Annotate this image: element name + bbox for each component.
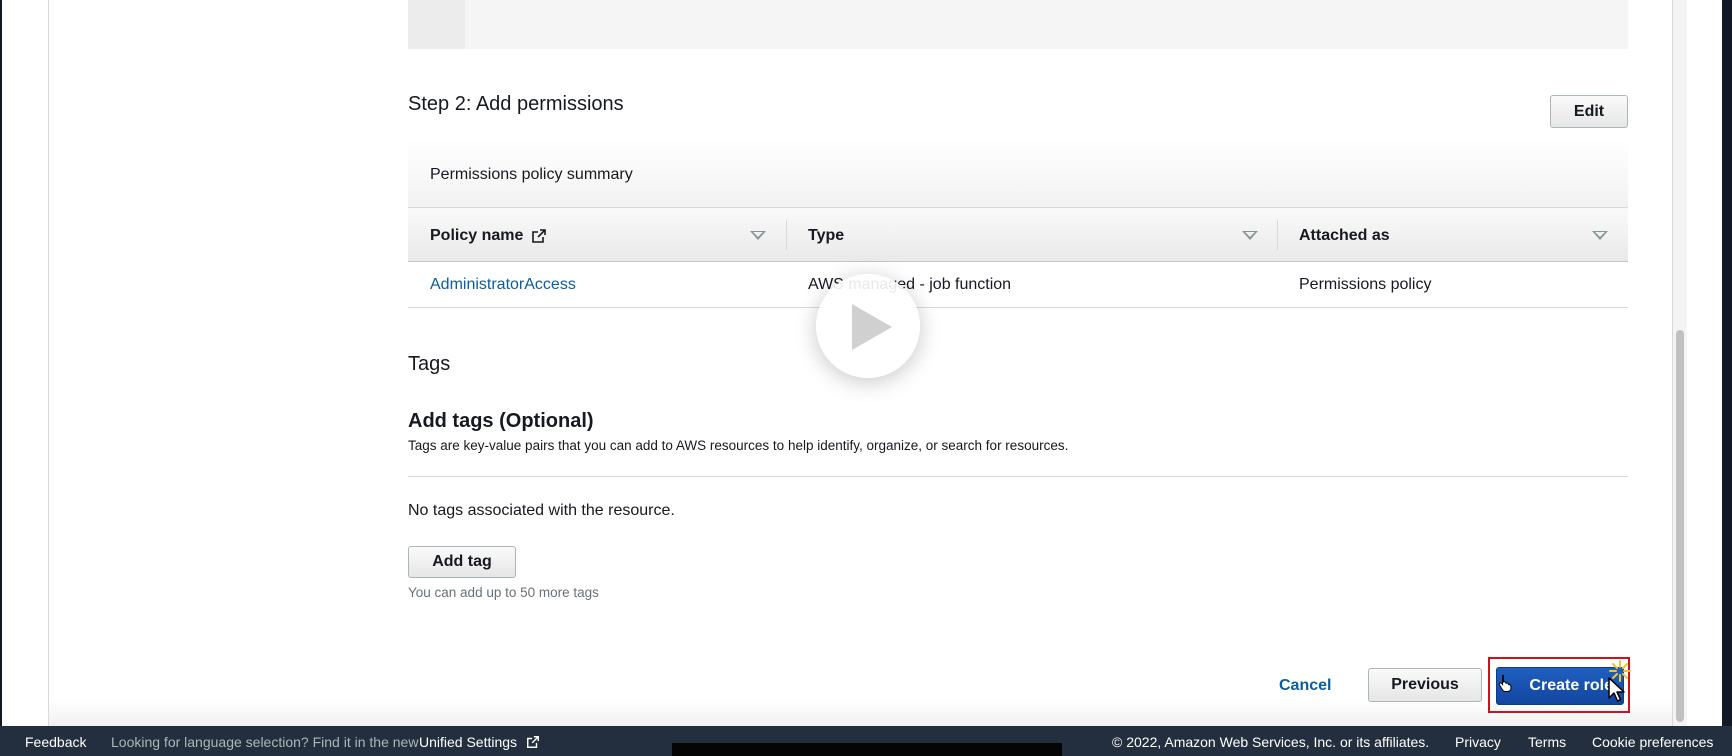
step1-review-tail (408, 0, 1628, 49)
create-role-label: Create role (1529, 677, 1613, 694)
previous-button[interactable]: Previous (1368, 668, 1482, 702)
step1-gutter (408, 0, 465, 49)
no-tags-message: No tags associated with the resource. (408, 502, 675, 519)
add-tags-title: Add tags (Optional) (408, 410, 594, 432)
sort-caret-icon[interactable] (1592, 231, 1608, 240)
video-caption-overlay (672, 743, 1062, 756)
column-separator (786, 220, 787, 250)
card-header: Permissions policy summary (408, 140, 1628, 207)
page-scrollbar[interactable] (1673, 0, 1687, 726)
external-link-icon (532, 228, 547, 243)
column-header-type[interactable]: Type (808, 208, 844, 263)
unified-settings-label: Unified Settings (419, 734, 518, 750)
create-role-button[interactable]: Create role (1496, 667, 1624, 705)
privacy-link[interactable]: Privacy (1455, 734, 1501, 750)
permissions-policy-summary-card: Permissions policy summary Policy name T… (408, 140, 1628, 308)
column-label: Policy name (430, 226, 524, 244)
edit-button[interactable]: Edit (1550, 95, 1628, 128)
window-edge-right (1722, 0, 1732, 726)
policy-attached-as: Permissions policy (1299, 275, 1432, 293)
column-label: Type (808, 226, 845, 244)
scrollbar-thumb[interactable] (1676, 330, 1684, 722)
feedback-link[interactable]: Feedback (25, 734, 86, 750)
pointer-cursor-icon (1608, 677, 1625, 702)
add-tags-description: Tags are key-value pairs that you can ad… (408, 438, 1069, 453)
terms-link[interactable]: Terms (1528, 734, 1566, 750)
column-label: Attached as (1299, 226, 1390, 244)
table-header: Policy name Type Attached as (408, 207, 1628, 262)
unified-settings-link[interactable]: Unified Settings (419, 734, 540, 750)
video-play-button[interactable] (816, 274, 920, 378)
sort-caret-icon[interactable] (750, 231, 766, 240)
content-bottom-fade (49, 700, 1672, 726)
column-header-policy-name[interactable]: Policy name (430, 208, 547, 263)
sort-caret-icon[interactable] (1242, 231, 1258, 240)
column-header-attached-as[interactable]: Attached as (1299, 208, 1390, 263)
copyright-text: © 2022, Amazon Web Services, Inc. or its… (1112, 734, 1430, 750)
cancel-button[interactable]: Cancel (1279, 677, 1331, 695)
step2-title: Step 2: Add permissions (408, 93, 624, 115)
tags-divider (408, 476, 1628, 477)
cookie-preferences-link[interactable]: Cookie preferences (1592, 734, 1713, 750)
create-role-highlight: Create role (1488, 657, 1631, 713)
language-prompt: Looking for language selection? Find it … (111, 734, 419, 750)
external-link-icon (527, 736, 539, 748)
add-tag-button[interactable]: Add tag (408, 546, 516, 578)
tags-section-title: Tags (408, 353, 451, 375)
add-tag-hint: You can add up to 50 more tags (408, 585, 599, 600)
content-border-left (48, 0, 49, 726)
column-separator (1277, 220, 1278, 250)
page-viewport: Step 2: Add permissions Edit Permissions… (0, 0, 1732, 756)
card-title: Permissions policy summary (430, 166, 633, 183)
policy-name-link[interactable]: AdministratorAccess (430, 276, 576, 294)
window-edge-left (0, 0, 2, 726)
play-icon (852, 304, 892, 350)
hand-cursor-icon (1498, 675, 1512, 692)
table-row: AdministratorAccess AWS managed - job fu… (408, 262, 1628, 307)
